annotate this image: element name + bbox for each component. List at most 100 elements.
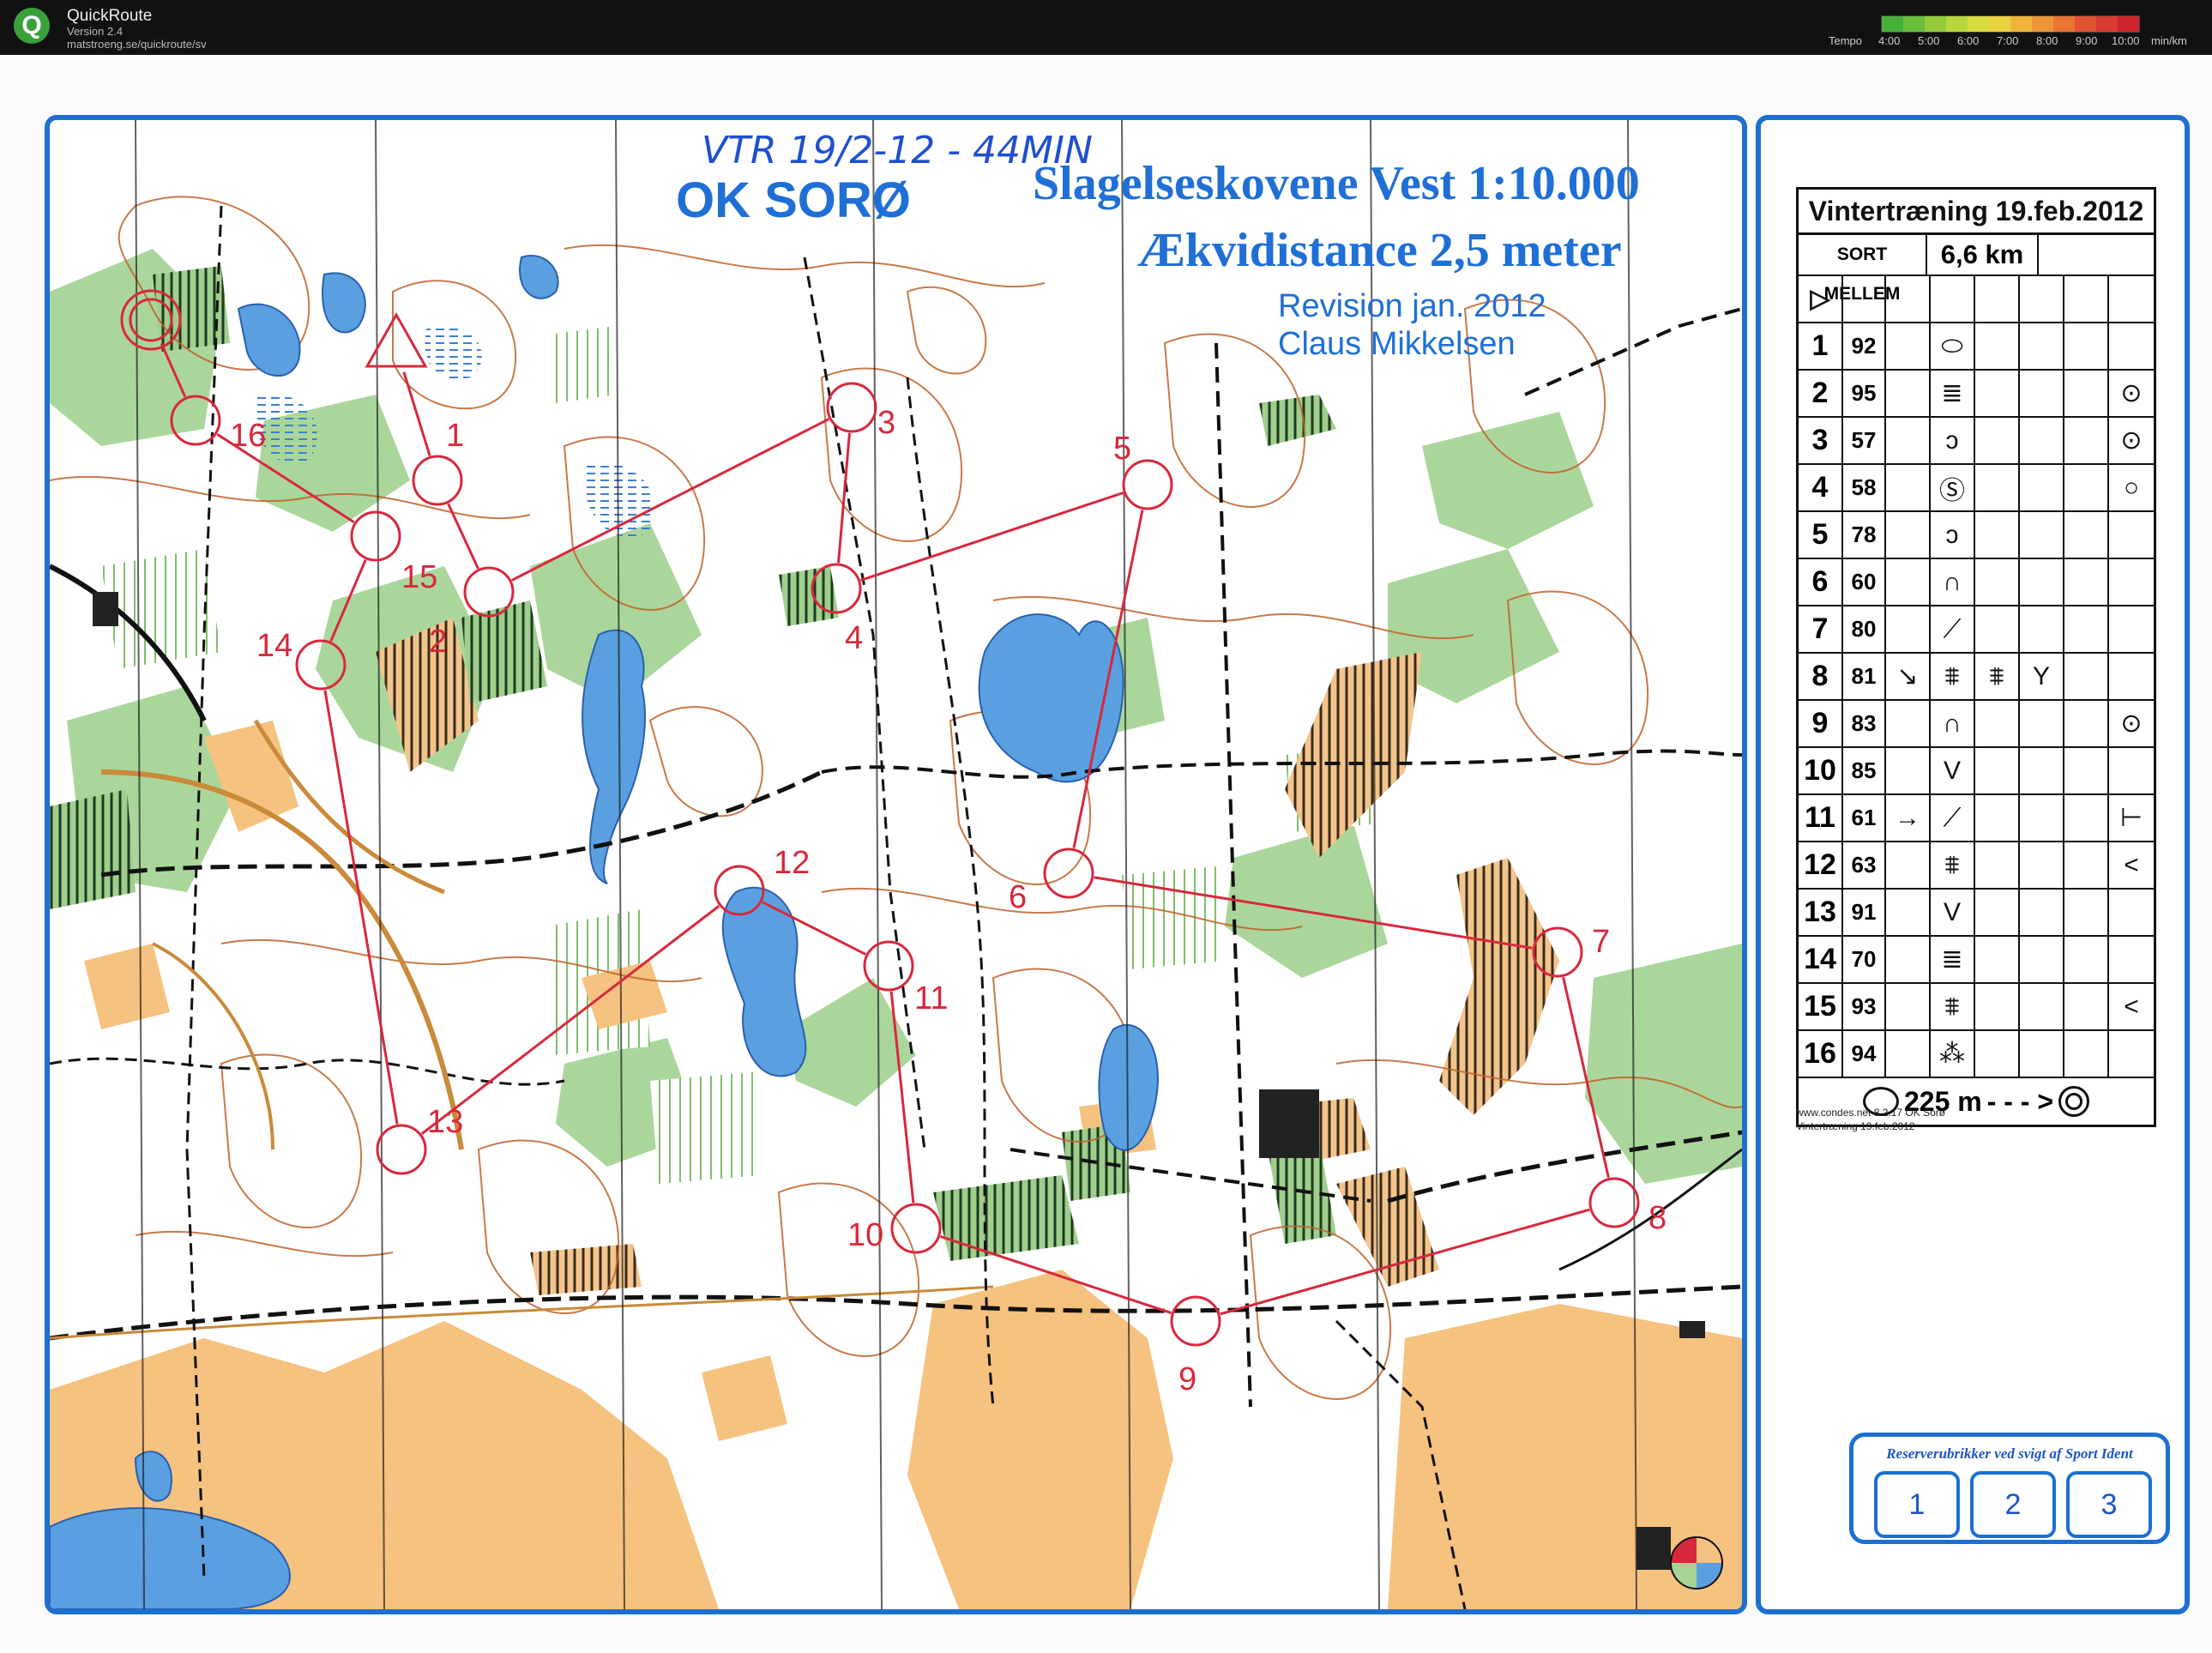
control-number: 16 [1799, 1031, 1843, 1077]
control-number-label: 10 [847, 1217, 883, 1253]
control-number-label: 16 [230, 418, 266, 454]
control-code: 92 [1843, 323, 1886, 369]
control-number-label: 15 [401, 559, 437, 595]
control-code: 61 [1843, 795, 1886, 841]
feature-appearance [2020, 890, 2064, 935]
which-feature [1886, 418, 1931, 463]
feature-detail [1975, 748, 2020, 793]
feature-appearance [2020, 795, 2064, 841]
which-feature [1886, 937, 1931, 982]
dimensions [2064, 937, 2109, 982]
which-feature: ↘ [1886, 654, 1931, 699]
tempo-color-cell [2010, 16, 2032, 32]
flag-position: < [2124, 992, 2139, 1021]
tempo-tick: 6:00 [1957, 34, 1980, 47]
control-number-label: 12 [774, 845, 810, 881]
feature-detail [1975, 1031, 2020, 1077]
tempo-tick: 7:00 [1997, 34, 2019, 47]
map-area[interactable]: 1 2 3 4 5 6 7 8 9 10 11 12 13 14 15 16 VTR 19/2-12 - 44… [45, 115, 1747, 1614]
flag-position [2109, 559, 2154, 605]
control-row: 12 63 ⩨ < [1799, 842, 2154, 890]
control-number: 13 [1799, 890, 1843, 935]
feature-detail [1975, 512, 2020, 558]
quickroute-logo-icon: Q [14, 8, 50, 44]
control-row: 7 80 ⟋ [1799, 606, 2154, 654]
course-climb-empty [2039, 235, 2154, 274]
which-feature [1886, 890, 1931, 935]
control-code: 93 [1843, 984, 1886, 1029]
reserve-box[interactable]: 1 [1874, 1471, 1960, 1538]
control-code: 95 [1843, 371, 1886, 416]
club-name: OK SORØ [676, 172, 911, 228]
dimensions [2064, 654, 2109, 699]
dimensions [2064, 795, 2109, 841]
dimensions [2064, 323, 2109, 369]
control-code: 57 [1843, 418, 1886, 463]
control-code: 91 [1843, 890, 1886, 935]
feature-appearance [2020, 371, 2064, 416]
feature-appearance: Y [2020, 654, 2064, 699]
feature-appearance [2020, 984, 2064, 1029]
feature-symbol: V [1931, 890, 1975, 935]
which-feature [1886, 606, 1931, 652]
map-author: Claus Mikkelsen [1278, 326, 1516, 362]
feature-detail [1975, 795, 2020, 841]
tempo-color-cell [1946, 16, 1968, 32]
tempo-color-cell [1968, 16, 1989, 32]
app-title: QuickRoute [67, 7, 153, 25]
feature-detail [1975, 701, 2020, 746]
control-row: 9 83 ∩ ⊙ [1799, 701, 2154, 748]
dimensions [2064, 371, 2109, 416]
course-length: 6,6 km [1927, 235, 2039, 274]
feature-detail [1975, 842, 2020, 888]
app-titlebar: Q QuickRoute Version 2.4 matstroeng.se/q… [0, 0, 2212, 55]
flag-position: < [2124, 850, 2139, 879]
which-feature: → [1886, 795, 1931, 841]
flag-position: ⊢ [2119, 804, 2143, 832]
dimensions [2064, 606, 2109, 652]
which-feature [1886, 842, 1931, 888]
control-number: 14 [1799, 937, 1843, 982]
control-description-sheet: Vintertræning 19.feb.2012 SORT MELLEM 6,… [1796, 187, 2156, 1127]
dimensions [2064, 465, 2109, 510]
control-row: 11 61 → ⟋ ⊢ [1799, 795, 2154, 842]
tempo-color-cell [2075, 16, 2096, 32]
tempo-color-cell [1903, 16, 1925, 32]
control-row: 14 70 ≣ [1799, 937, 2154, 984]
reserve-box[interactable]: 2 [1970, 1471, 2056, 1538]
feature-detail [1975, 606, 2020, 652]
feature-symbol: ⟋ [1931, 606, 1975, 652]
finish-arrow: - - - > [1986, 1085, 2054, 1117]
feature-appearance [2020, 748, 2064, 793]
which-feature [1886, 323, 1931, 369]
control-number-label: 3 [877, 405, 895, 441]
app-version: Version 2.4 [67, 25, 124, 38]
control-row: 6 60 ∩ [1799, 559, 2154, 606]
feature-symbol: ∩ [1931, 559, 1975, 605]
tempo-color-cell [2118, 16, 2139, 32]
event-note: Vintertræning 19.feb.2012 [1796, 1120, 1915, 1132]
tempo-color-cell [1989, 16, 2010, 32]
feature-detail [1975, 465, 2020, 510]
feature-symbol: Ⓢ [1931, 465, 1975, 510]
control-row: 5 78 ↄ [1799, 512, 2154, 559]
control-number: 10 [1799, 748, 1843, 793]
control-number-label: 5 [1113, 431, 1131, 467]
reserve-title: Reserverubrikker ved svigt af Sport Iden… [1886, 1445, 2133, 1462]
which-feature [1886, 748, 1931, 793]
feature-symbol: ≣ [1931, 937, 1975, 982]
feature-symbol: ⩨ [1931, 984, 1975, 1029]
tempo-label: Tempo [1829, 34, 1863, 47]
tempo-color-cell [1882, 16, 1903, 32]
control-number: 1 [1799, 323, 1843, 369]
dimensions [2064, 842, 2109, 888]
flag-position [2109, 937, 2154, 982]
feature-symbol: V [1931, 748, 1975, 793]
control-number: 8 [1799, 654, 1843, 699]
feature-detail: ⩨ [1975, 654, 2020, 699]
reserve-box[interactable]: 3 [2066, 1471, 2152, 1538]
tempo-tick: 8:00 [2036, 34, 2058, 47]
control-row: 4 58 Ⓢ ○ [1799, 465, 2154, 512]
control-number: 3 [1799, 418, 1843, 463]
tempo-tick: 9:00 [2076, 34, 2098, 47]
